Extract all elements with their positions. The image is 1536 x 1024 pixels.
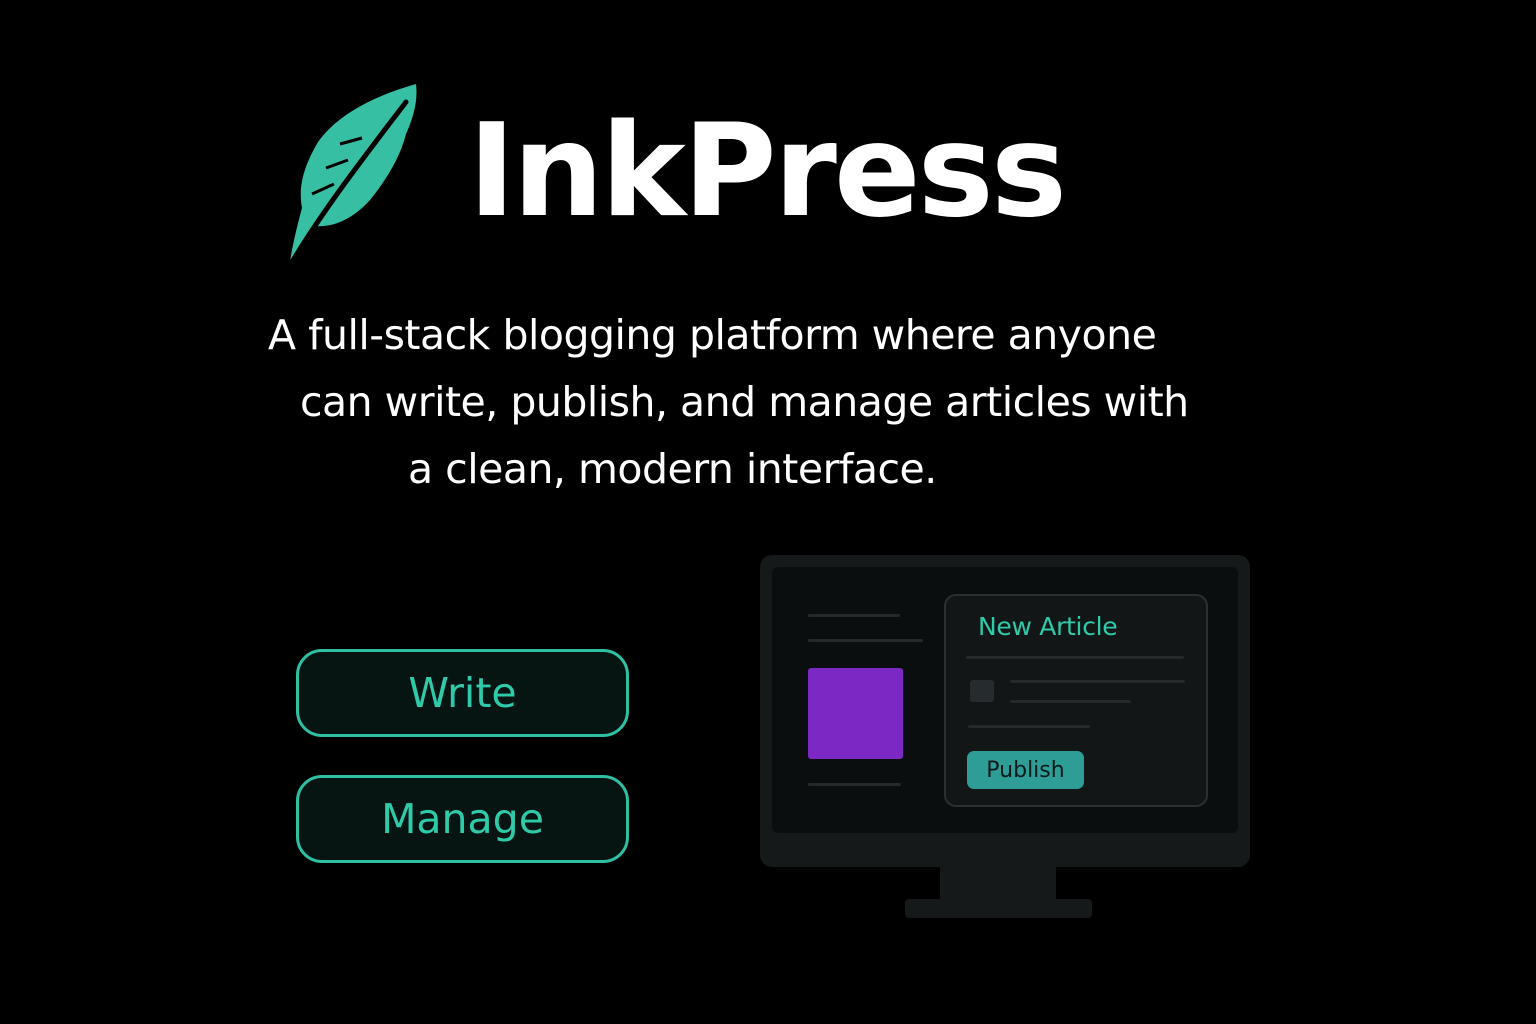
publish-button[interactable]: Publish (967, 751, 1084, 789)
monitor-stand-neck (940, 867, 1056, 901)
sidebar-line (808, 783, 901, 786)
monitor-screen: New Article Publish (772, 567, 1238, 833)
new-article-card: New Article Publish (944, 594, 1208, 807)
feather-icon (289, 84, 417, 265)
manage-button[interactable]: Manage (296, 775, 629, 863)
text-line (1010, 680, 1185, 683)
monitor-stand-base (905, 899, 1092, 918)
thumbnail-image (808, 668, 903, 759)
text-line (1010, 700, 1131, 703)
tagline-line-3: a clean, modern interface. (408, 445, 937, 493)
title-underline (966, 656, 1184, 659)
tagline-line-2: can write, publish, and manage articles … (300, 378, 1189, 426)
write-button[interactable]: Write (296, 649, 629, 737)
monitor-illustration: New Article Publish (760, 555, 1250, 867)
card-title: New Article (978, 612, 1118, 641)
text-line (968, 725, 1090, 728)
sidebar-line (808, 614, 900, 617)
checkbox[interactable] (970, 680, 994, 702)
sidebar-line (808, 639, 923, 642)
app-title: InkPress (468, 97, 1067, 246)
tagline-line-1: A full-stack blogging platform where any… (268, 311, 1157, 359)
